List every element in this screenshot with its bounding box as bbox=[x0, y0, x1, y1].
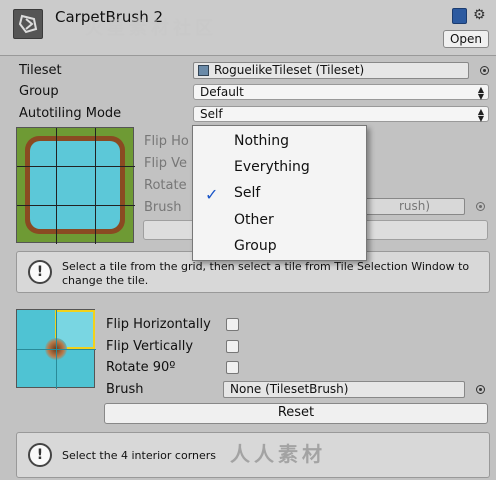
tileset-object-picker-icon[interactable] bbox=[480, 66, 489, 75]
checkmark-icon: ✓ bbox=[205, 185, 219, 204]
selected-tile-preview[interactable] bbox=[16, 309, 96, 389]
group-value: Default bbox=[200, 85, 244, 99]
brush-picker-icon-hidden[interactable] bbox=[476, 202, 485, 211]
flip-vertically-checkbox[interactable] bbox=[226, 340, 239, 353]
dropdown-arrows-icon: ▲ ▼ bbox=[477, 85, 484, 101]
grid-line bbox=[95, 128, 96, 244]
dropdown-arrows-icon: ▲ ▼ bbox=[477, 107, 484, 123]
tileset-field[interactable]: RoguelikeTileset (Tileset) bbox=[193, 62, 469, 79]
grid-line bbox=[17, 205, 135, 206]
rotate-90-checkbox[interactable] bbox=[226, 361, 239, 374]
info-icon: ! bbox=[28, 443, 52, 467]
help-text-1: Select a tile from the grid, then select… bbox=[62, 260, 470, 287]
autotiling-value: Self bbox=[200, 107, 223, 121]
flip-horizontally-checkbox[interactable] bbox=[226, 318, 239, 331]
grid-line bbox=[56, 128, 57, 244]
watermark-bottom: 人人素材 bbox=[230, 442, 326, 466]
flip-horizontally-label: Flip Horizontally bbox=[106, 317, 211, 332]
menu-item-other[interactable]: Other bbox=[234, 212, 274, 228]
menu-item-group[interactable]: Group bbox=[234, 238, 277, 254]
brush-label-hidden: Brush bbox=[144, 200, 182, 215]
settings-gear-icon[interactable]: ⚙ bbox=[473, 7, 486, 23]
unity-asset-icon bbox=[13, 9, 43, 39]
menu-item-nothing[interactable]: Nothing bbox=[234, 133, 289, 149]
menu-item-everything[interactable]: Everything bbox=[234, 159, 310, 175]
carpet-water bbox=[30, 141, 120, 229]
tileset-value: RoguelikeTileset (Tileset) bbox=[214, 63, 365, 77]
brush-label: Brush bbox=[106, 382, 144, 397]
info-icon: ! bbox=[28, 260, 52, 284]
tileset-label: Tileset bbox=[19, 63, 62, 78]
flip-h-label-hidden: Flip Ho bbox=[144, 134, 189, 149]
brush-field[interactable]: None (TilesetBrush) bbox=[223, 381, 465, 398]
autotiling-mode-menu: ✓ Nothing Everything Self Other Group bbox=[192, 125, 367, 261]
flip-v-label-hidden: Flip Ve bbox=[144, 156, 187, 171]
help-book-icon[interactable] bbox=[452, 8, 467, 24]
brush-object-picker-icon[interactable] bbox=[476, 385, 485, 394]
reset-button[interactable]: Reset bbox=[104, 403, 488, 424]
brush-field-hidden[interactable]: rush) bbox=[360, 198, 465, 215]
autotile-grid-preview[interactable] bbox=[16, 127, 135, 244]
group-label: Group bbox=[19, 84, 59, 99]
flip-vertically-label: Flip Vertically bbox=[106, 339, 194, 354]
tileset-asset-icon bbox=[198, 65, 209, 76]
group-dropdown[interactable]: Default ▲ ▼ bbox=[193, 84, 489, 101]
open-button[interactable]: Open bbox=[443, 30, 489, 48]
rotate-90-label: Rotate 90º bbox=[106, 360, 176, 375]
autotiling-dropdown[interactable]: Self ▲ ▼ bbox=[193, 106, 489, 123]
brush-value-hidden: rush) bbox=[399, 199, 431, 213]
rotate-label-hidden: Rotate bbox=[144, 178, 187, 193]
grid-line bbox=[17, 349, 96, 350]
menu-item-self[interactable]: Self bbox=[234, 185, 260, 201]
watermark-text: 火星素材社区 bbox=[85, 18, 217, 39]
grid-line bbox=[17, 166, 135, 167]
autotiling-label: Autotiling Mode bbox=[19, 106, 122, 121]
